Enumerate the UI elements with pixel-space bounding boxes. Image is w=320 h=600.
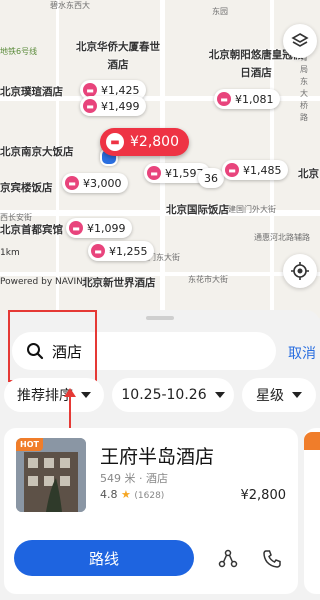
review-count: (1628) — [134, 491, 165, 501]
map-hotel-label[interactable]: 北京国际饭店 — [166, 202, 229, 217]
bed-icon: ▬ — [69, 221, 83, 235]
hot-badge-partial — [304, 432, 320, 450]
date-filter-label: 10.25-10.26 — [121, 387, 207, 403]
road — [56, 0, 59, 318]
bed-icon: ▬ — [225, 163, 239, 177]
map-hotel-label[interactable]: 北京 — [298, 166, 319, 181]
price-pin-label: ¥1,485 — [243, 163, 282, 177]
map-street-label: 建国门外大街 — [228, 205, 276, 214]
selected-price-pin[interactable]: ▬ ¥2,800 — [100, 128, 189, 156]
locate-icon — [291, 262, 309, 280]
star-filter-label: 星级 — [256, 388, 284, 404]
locate-button[interactable] — [283, 254, 317, 288]
bed-icon: ▬ — [147, 166, 161, 180]
map-hotel-label[interactable]: 北京南京大饭店 — [0, 144, 74, 159]
price-pin-label: 36 — [204, 171, 218, 185]
price-pin-label: ¥1,255 — [109, 244, 148, 258]
bed-icon: ▬ — [91, 244, 105, 258]
bed-icon: ▬ — [83, 99, 97, 113]
map-street-label: 通惠河北路辅路 — [254, 233, 310, 242]
map-place-label: 东园 — [212, 7, 228, 16]
map-scale-label: 1km — [0, 248, 20, 258]
layers-button[interactable] — [283, 24, 317, 58]
price-pin[interactable]: ▬ ¥1,099 — [66, 218, 132, 238]
route-button-label: 路线 — [88, 549, 119, 568]
phone-button[interactable] — [261, 548, 283, 570]
price-pin[interactable]: ▬ ¥1,499 — [80, 96, 146, 116]
bed-icon: ▬ — [83, 83, 97, 97]
map-hotel-label[interactable]: 京宾楼饭店 — [0, 180, 53, 195]
map-hotel-label[interactable]: 北京首都宾馆 — [0, 222, 63, 237]
price-pin-label: ¥1,081 — [235, 92, 274, 106]
cancel-button[interactable]: 取消 — [288, 343, 316, 363]
sort-filter[interactable]: 推荐排序 — [4, 378, 104, 412]
phone-icon — [263, 550, 281, 568]
map-hotel-label[interactable]: 北京新世界酒店 — [82, 275, 156, 290]
hotel-price: ¥2,800 — [240, 488, 287, 503]
price-pin[interactable]: ▬ ¥1,485 — [222, 160, 288, 180]
date-filter[interactable]: 10.25-10.26 — [112, 378, 234, 412]
price-pin-label: ¥1,099 — [87, 221, 126, 235]
bed-icon: ▬ — [106, 133, 124, 151]
price-pin[interactable]: ▬ ¥1,081 — [214, 89, 280, 109]
hotel-rating: 4.8 ★ (1628) — [100, 488, 164, 501]
hotel-result-card[interactable]: HOT 王府半岛酒店 549 米 · 酒店 4.8 ★ (1628) ¥2,80… — [4, 428, 298, 594]
map-street-label: 东花市大街 — [188, 275, 228, 284]
map-street-label: 碧水东西大 — [50, 1, 90, 10]
price-pin-label: ¥1,499 — [101, 99, 140, 113]
results-panel: 酒店 取消 推荐排序 10.25-10.26 星级 HOT 王府半岛酒店 549… — [0, 310, 320, 600]
route-button[interactable]: 路线 — [14, 540, 194, 576]
price-pin[interactable]: ▬ ¥1,255 — [88, 241, 154, 261]
map-hotel-label[interactable]: 北京华侨大厦春世酒店 — [72, 38, 164, 74]
star-filter[interactable]: 星级 — [242, 378, 316, 412]
share-route-button[interactable] — [217, 548, 239, 570]
map-attribution: Powered by NAVINFO — [0, 277, 96, 287]
selected-price-label: ¥2,800 — [130, 134, 179, 150]
annotation-arrow-line — [69, 396, 71, 430]
star-icon: ★ — [121, 488, 131, 501]
bed-icon: ▬ — [217, 92, 231, 106]
hot-badge: HOT — [16, 438, 43, 451]
bed-icon: ▬ — [65, 176, 79, 190]
dropdown-triangle-icon — [214, 392, 225, 398]
share-route-icon — [218, 549, 238, 568]
hotel-name[interactable]: 王府半岛酒店 — [100, 442, 214, 469]
layers-icon — [291, 33, 309, 47]
map-metro-label: 地铁6号线 — [0, 47, 38, 56]
hotel-distance-type: 549 米 · 酒店 — [100, 472, 168, 485]
rating-value: 4.8 — [100, 488, 118, 501]
map-hotel-label[interactable]: 北京璞瑄酒店 — [0, 84, 63, 99]
price-pin[interactable]: ▬ ¥3,000 — [62, 173, 128, 193]
price-pin-label: ¥3,000 — [83, 176, 122, 190]
panel-grabber[interactable] — [146, 316, 174, 320]
annotation-highlight-box — [8, 310, 97, 382]
next-result-card[interactable] — [304, 428, 320, 594]
road — [0, 272, 320, 276]
map-view[interactable]: 碧水东西大 地铁6号线 东园 体育局东大桥路 西长安街 建国门外大街 通惠河北路… — [0, 0, 320, 318]
dropdown-triangle-icon — [292, 392, 302, 398]
price-pin[interactable]: 36 — [198, 168, 224, 188]
hotel-photo[interactable]: HOT — [16, 438, 86, 512]
price-pin-label: ¥1,425 — [101, 83, 140, 97]
dropdown-triangle-icon — [81, 392, 91, 398]
